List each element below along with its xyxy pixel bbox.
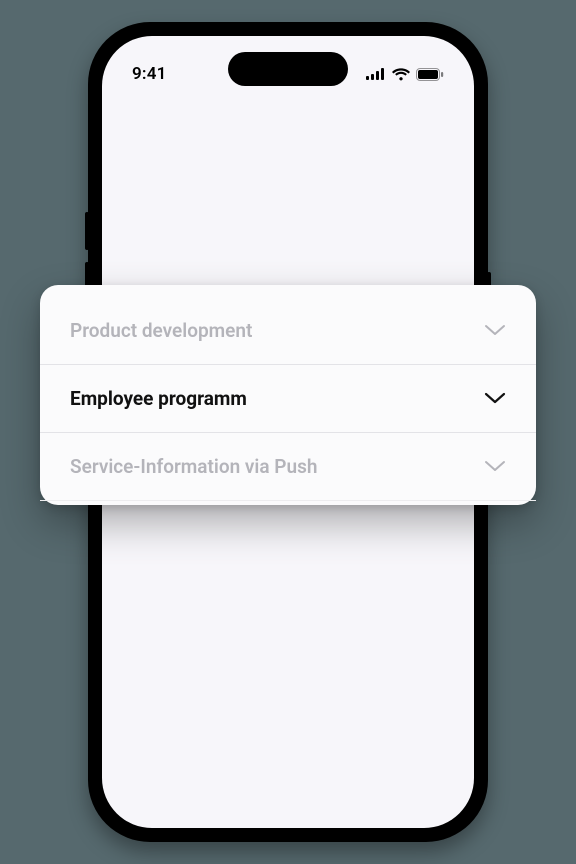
row-employee-programm[interactable]: Employee programm <box>40 365 536 433</box>
dynamic-island <box>228 52 348 86</box>
cellular-signal-icon <box>366 68 386 80</box>
row-label: Employee programm <box>70 387 247 410</box>
status-time: 9:41 <box>132 64 167 84</box>
chevron-down-icon <box>484 321 506 340</box>
chevron-down-icon <box>484 389 506 408</box>
row-label: Product development <box>70 319 252 342</box>
row-product-development[interactable]: Product development <box>40 297 536 365</box>
wifi-icon <box>392 68 410 81</box>
row-service-information[interactable]: Service-Information via Push <box>40 433 536 501</box>
settings-card: Product development Employee programm Se… <box>40 285 536 505</box>
status-icons <box>366 68 444 81</box>
row-label: Service-Information via Push <box>70 455 317 478</box>
battery-icon <box>416 68 444 81</box>
chevron-down-icon <box>484 457 506 476</box>
